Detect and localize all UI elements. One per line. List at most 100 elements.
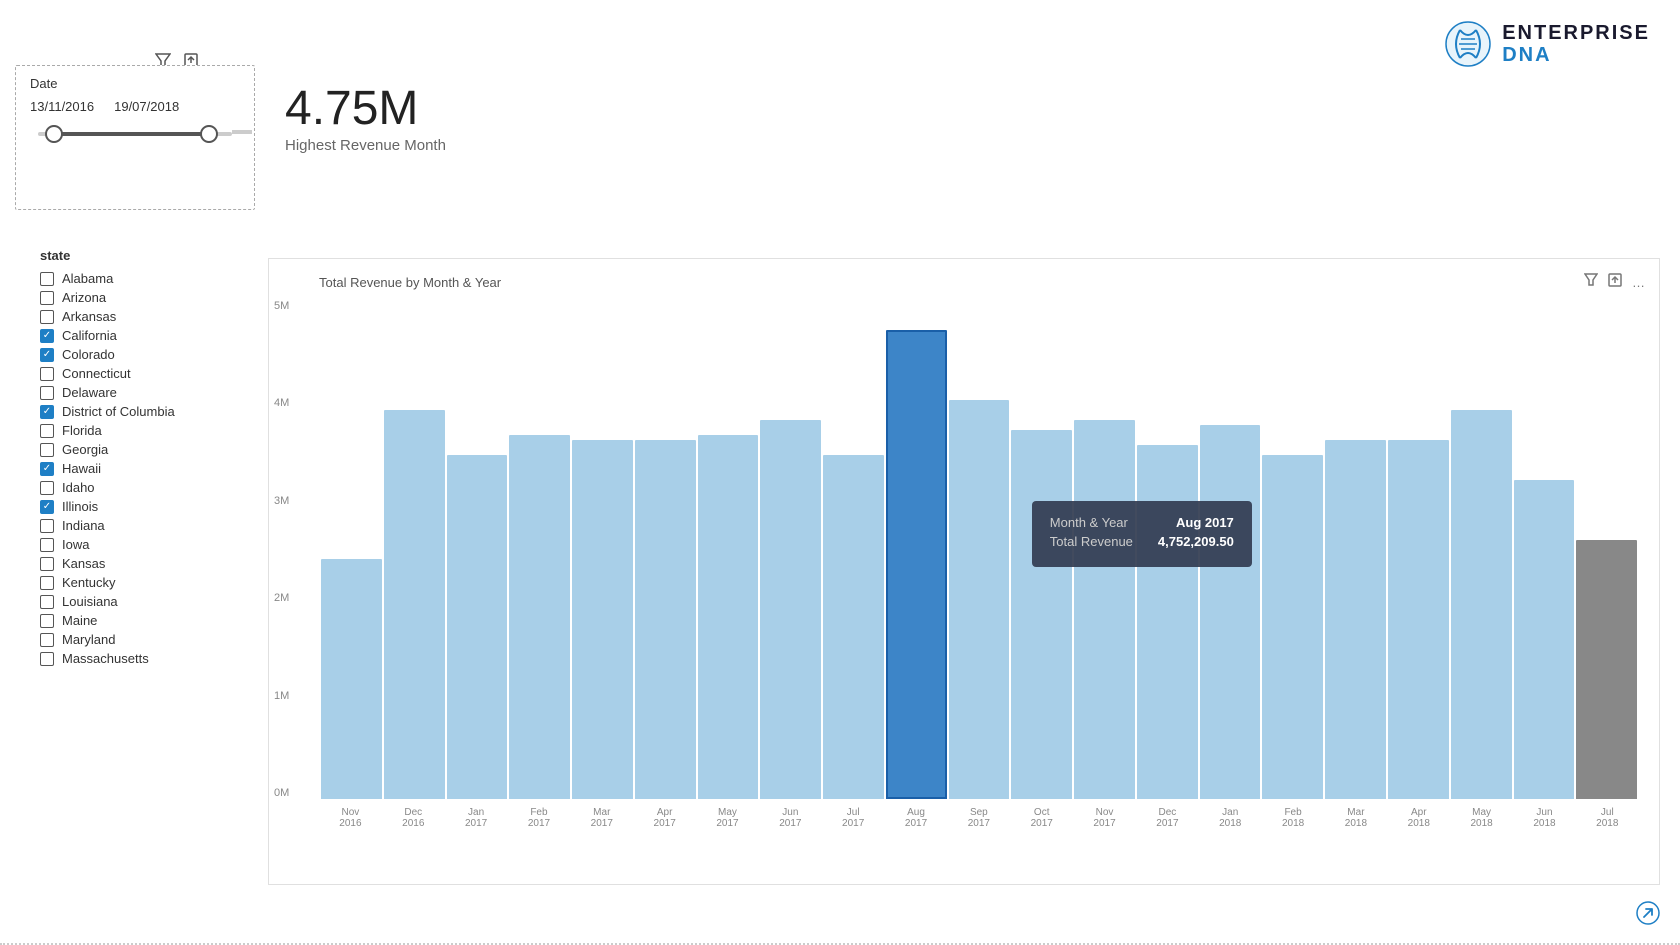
chart-inner: 0M1M2M3M4M5M Nov2016Dec2016Jan2017Feb201… xyxy=(319,300,1639,829)
bar-wrap[interactable] xyxy=(447,300,508,799)
state-checkbox xyxy=(40,348,54,362)
state-item[interactable]: Georgia xyxy=(40,442,240,457)
bar[interactable] xyxy=(1451,410,1512,799)
bar[interactable] xyxy=(384,410,445,799)
bar-wrap[interactable] xyxy=(886,300,947,799)
x-axis-label: Jul2018 xyxy=(1582,807,1632,829)
state-item[interactable]: Arizona xyxy=(40,290,240,305)
bar[interactable] xyxy=(1200,425,1261,799)
state-checkbox xyxy=(40,481,54,495)
state-item[interactable]: Hawaii xyxy=(40,461,240,476)
x-axis-label: Apr2017 xyxy=(640,807,690,829)
chart-filter-icon[interactable] xyxy=(1584,273,1598,292)
bar[interactable] xyxy=(447,455,508,799)
bar-wrap[interactable] xyxy=(572,300,633,799)
bar-wrap[interactable] xyxy=(823,300,884,799)
state-item[interactable]: Kentucky xyxy=(40,575,240,590)
bar-wrap[interactable] xyxy=(1137,300,1198,799)
bar-wrap[interactable] xyxy=(1074,300,1135,799)
x-axis-label: Aug2017 xyxy=(891,807,941,829)
bar[interactable] xyxy=(1137,445,1198,799)
x-axis-label: Jul2017 xyxy=(828,807,878,829)
bar-wrap[interactable] xyxy=(1451,300,1512,799)
date-slider-fill xyxy=(54,132,209,136)
bar[interactable] xyxy=(698,435,759,799)
state-item[interactable]: Maine xyxy=(40,613,240,628)
bar[interactable] xyxy=(949,400,1010,799)
bar[interactable] xyxy=(760,420,821,799)
bar[interactable] xyxy=(1514,480,1575,799)
bar[interactable] xyxy=(1325,440,1386,799)
x-axis-label: Jan2018 xyxy=(1205,807,1255,829)
date-slider-track[interactable] xyxy=(38,132,232,136)
bar-wrap[interactable] xyxy=(1514,300,1575,799)
state-item[interactable]: Massachusetts xyxy=(40,651,240,666)
bar[interactable] xyxy=(1011,430,1072,799)
state-item[interactable]: Delaware xyxy=(40,385,240,400)
chart-title: Total Revenue by Month & Year xyxy=(319,275,1639,290)
state-checkbox xyxy=(40,576,54,590)
state-item[interactable]: Connecticut xyxy=(40,366,240,381)
bar[interactable] xyxy=(635,440,696,799)
bar-wrap[interactable] xyxy=(760,300,821,799)
state-checkbox xyxy=(40,405,54,419)
bar[interactable] xyxy=(509,435,570,799)
date-slider-thumb-left[interactable] xyxy=(45,125,63,143)
bar-wrap[interactable] xyxy=(635,300,696,799)
state-item[interactable]: Alabama xyxy=(40,271,240,286)
bar[interactable] xyxy=(886,330,947,799)
bar[interactable] xyxy=(823,455,884,799)
bar-wrap[interactable] xyxy=(1388,300,1449,799)
bar-wrap[interactable] xyxy=(698,300,759,799)
x-axis-label: Mar2017 xyxy=(577,807,627,829)
bar[interactable] xyxy=(1262,455,1323,799)
state-item[interactable]: Iowa xyxy=(40,537,240,552)
bar[interactable] xyxy=(1388,440,1449,799)
x-axis-label: Sep2017 xyxy=(954,807,1004,829)
x-axis-label: Jan2017 xyxy=(451,807,501,829)
state-checkbox xyxy=(40,500,54,514)
x-axis-label: Nov2017 xyxy=(1080,807,1130,829)
logo-area: ENTERPRISE DNA xyxy=(1444,20,1650,68)
bar-wrap[interactable] xyxy=(949,300,1010,799)
state-item[interactable]: Maryland xyxy=(40,632,240,647)
state-filter-title: state xyxy=(40,248,240,263)
state-item[interactable]: Louisiana xyxy=(40,594,240,609)
chart-more-icon[interactable]: … xyxy=(1632,275,1645,290)
bar-wrap[interactable] xyxy=(509,300,570,799)
state-label: Kansas xyxy=(62,556,105,571)
bar-wrap[interactable] xyxy=(1200,300,1261,799)
bar-wrap[interactable] xyxy=(321,300,382,799)
bar-wrap[interactable] xyxy=(1262,300,1323,799)
chart-export-icon[interactable] xyxy=(1608,273,1622,292)
state-item[interactable]: Indiana xyxy=(40,518,240,533)
chart-toolbar: … xyxy=(1584,273,1645,292)
state-checkbox xyxy=(40,519,54,533)
state-label: Iowa xyxy=(62,537,89,552)
bar[interactable] xyxy=(572,440,633,799)
state-item[interactable]: Arkansas xyxy=(40,309,240,324)
state-item[interactable]: District of Columbia xyxy=(40,404,240,419)
state-checkbox xyxy=(40,462,54,476)
bar[interactable] xyxy=(321,559,382,799)
bar[interactable] xyxy=(1576,540,1637,799)
x-axis-label: May2017 xyxy=(702,807,752,829)
bar-wrap[interactable] xyxy=(384,300,445,799)
state-checkbox xyxy=(40,595,54,609)
state-item[interactable]: Kansas xyxy=(40,556,240,571)
state-item[interactable]: California xyxy=(40,328,240,343)
state-item[interactable]: Florida xyxy=(40,423,240,438)
state-label: District of Columbia xyxy=(62,404,175,419)
subscribe-icon[interactable] xyxy=(1636,901,1660,931)
x-axis-label: Feb2017 xyxy=(514,807,564,829)
state-label: Maine xyxy=(62,613,97,628)
state-item[interactable]: Colorado xyxy=(40,347,240,362)
bar-wrap[interactable] xyxy=(1011,300,1072,799)
bar-wrap[interactable] xyxy=(1576,300,1637,799)
x-axis-label: Mar2018 xyxy=(1331,807,1381,829)
date-slider-thumb-right[interactable] xyxy=(200,125,218,143)
state-item[interactable]: Illinois xyxy=(40,499,240,514)
bar[interactable] xyxy=(1074,420,1135,799)
state-item[interactable]: Idaho xyxy=(40,480,240,495)
bar-wrap[interactable] xyxy=(1325,300,1386,799)
